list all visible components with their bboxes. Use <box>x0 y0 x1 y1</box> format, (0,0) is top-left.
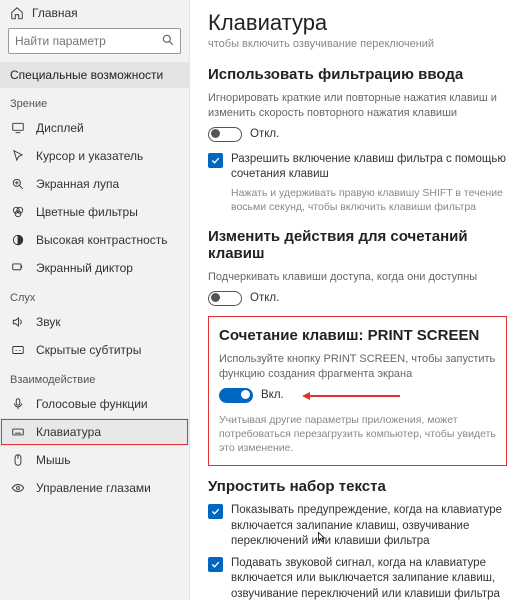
speech-icon <box>10 397 26 411</box>
annotation-arrow <box>302 388 400 402</box>
group-interaction: Взаимодействие <box>0 364 189 390</box>
search-icon <box>161 33 175 47</box>
sidebar-item-keyboard[interactable]: Клавиатура <box>0 418 189 446</box>
page-title: Клавиатура <box>208 10 507 36</box>
section-shortcut-desc: Подчеркивать клавиши доступа, когда они … <box>208 270 507 285</box>
sidebar-item-color-filters[interactable]: Цветные фильтры <box>0 198 189 226</box>
section-filter-heading: Использовать фильтрацию ввода <box>208 66 507 83</box>
keyboard-icon <box>10 425 26 439</box>
high-contrast-icon <box>10 233 26 247</box>
printscreen-hint: Учитывая другие параметры приложения, мо… <box>219 413 496 456</box>
underline-toggle[interactable] <box>208 291 242 306</box>
home-label: Главная <box>32 6 78 20</box>
nav-label: Экранный диктор <box>36 261 133 275</box>
sidebar-item-narrator[interactable]: Экранный диктор <box>0 254 189 282</box>
underline-toggle-label: Откл. <box>250 292 279 304</box>
nav-label: Экранная лупа <box>36 177 119 191</box>
nav-label: Цветные фильтры <box>36 205 138 219</box>
sidebar-item-sound[interactable]: Звук <box>0 308 189 336</box>
soundsignal-checkbox-label: Подавать звуковой сигнал, когда на клави… <box>231 556 507 600</box>
warning-checkbox-label: Показывать предупреждение, когда на клав… <box>231 503 507 550</box>
sidebar: Главная Специальные возможности Зрение Д… <box>0 0 190 600</box>
nav-label: Мышь <box>36 453 71 467</box>
sidebar-item-speech[interactable]: Голосовые функции <box>0 390 189 418</box>
content-pane: Клавиатура чтобы включить озвучивание пе… <box>190 0 525 600</box>
sidebar-item-eye[interactable]: Управление глазами <box>0 474 189 502</box>
nav-label: Голосовые функции <box>36 397 148 411</box>
filter-shortcut-sub: Нажать и удерживать правую клавишу SHIFT… <box>231 186 507 214</box>
sidebar-item-display[interactable]: Дисплей <box>0 114 189 142</box>
sidebar-item-captions[interactable]: Скрытые субтитры <box>0 336 189 364</box>
section-printscreen-desc: Используйте кнопку PRINT SCREEN, чтобы з… <box>219 352 496 382</box>
color-filters-icon <box>10 205 26 219</box>
filter-shortcut-checkbox[interactable] <box>208 153 223 168</box>
printscreen-toggle[interactable] <box>219 388 253 403</box>
narrator-icon <box>10 261 26 275</box>
group-hearing: Слух <box>0 282 189 308</box>
warning-checkbox[interactable] <box>208 504 223 519</box>
printscreen-toggle-label: Вкл. <box>261 389 284 401</box>
nav-label: Курсор и указатель <box>36 149 143 163</box>
group-vision: Зрение <box>0 88 189 114</box>
section-typing-heading: Упростить набор текста <box>208 478 507 495</box>
nav-label: Управление глазами <box>36 481 151 495</box>
section-printscreen-heading: Сочетание клавиш: PRINT SCREEN <box>219 327 496 344</box>
home-icon <box>10 6 24 20</box>
nav-label: Высокая контрастность <box>36 233 168 247</box>
section-shortcut-heading: Изменить действия для сочетаний клавиш <box>208 228 507 262</box>
sidebar-item-magnifier[interactable]: Экранная лупа <box>0 170 189 198</box>
category-header: Специальные возможности <box>0 62 189 88</box>
filter-shortcut-label: Разрешить включение клавиш фильтра с пом… <box>231 152 507 183</box>
search-input[interactable] <box>8 28 181 54</box>
sidebar-item-high-contrast[interactable]: Высокая контрастность <box>0 226 189 254</box>
search-box[interactable] <box>8 28 181 54</box>
section-filter-desc: Игнорировать краткие или повторные нажат… <box>208 91 507 121</box>
eye-icon <box>10 481 26 495</box>
sidebar-item-cursor[interactable]: Курсор и указатель <box>0 142 189 170</box>
soundsignal-checkbox[interactable] <box>208 557 223 572</box>
nav-label: Дисплей <box>36 121 84 135</box>
nav-label: Скрытые субтитры <box>36 343 141 357</box>
display-icon <box>10 121 26 135</box>
filter-toggle-label: Откл. <box>250 128 279 140</box>
filter-toggle[interactable] <box>208 127 242 142</box>
printscreen-highlight: Сочетание клавиш: PRINT SCREEN Используй… <box>208 316 507 466</box>
home-link[interactable]: Главная <box>0 0 189 24</box>
nav-label: Клавиатура <box>36 425 101 439</box>
mouse-icon <box>10 453 26 467</box>
captions-icon <box>10 343 26 357</box>
magnifier-icon <box>10 177 26 191</box>
sound-icon <box>10 315 26 329</box>
page-subtitle: чтобы включить озвучивание переключений <box>208 38 507 50</box>
nav-label: Звук <box>36 315 61 329</box>
sidebar-item-mouse[interactable]: Мышь <box>0 446 189 474</box>
mouse-cursor-icon <box>316 530 328 544</box>
cursor-icon <box>10 149 26 163</box>
